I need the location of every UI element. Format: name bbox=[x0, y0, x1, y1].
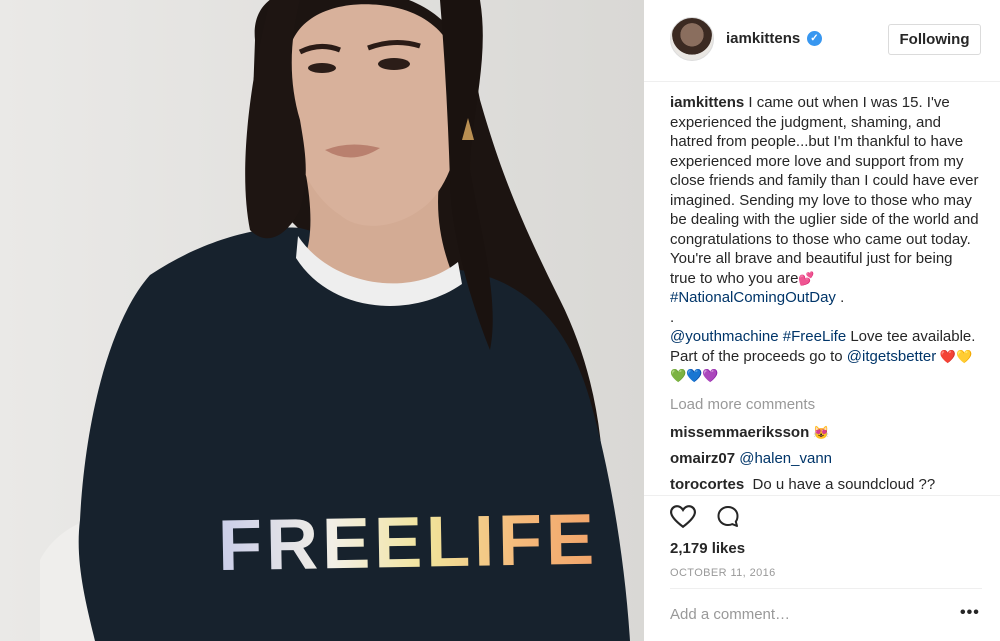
comment-username[interactable]: torocortes bbox=[670, 476, 744, 493]
following-button[interactable]: Following bbox=[888, 24, 981, 55]
caption: iamkittens I came out when I was 15. I'v… bbox=[670, 93, 982, 386]
post-side-panel: iamkittens ✓ Following iamkittens I came… bbox=[644, 0, 1000, 641]
caption-hashtag[interactable]: #NationalComingOutDay bbox=[670, 289, 836, 306]
actions-divider bbox=[644, 495, 1000, 496]
comment-text: Do u have a soundcloud ?? bbox=[752, 476, 936, 493]
hashtag-freelife[interactable]: #FreeLife bbox=[783, 328, 846, 345]
comment-bubble-icon[interactable] bbox=[715, 505, 741, 529]
shirt-print-text: FREELIFE bbox=[217, 500, 598, 587]
author-username[interactable]: iamkittens bbox=[726, 30, 800, 47]
caption-end: . bbox=[835, 289, 845, 306]
caption-dot: . bbox=[670, 308, 675, 326]
load-more-comments-link[interactable]: Load more comments bbox=[670, 396, 815, 413]
photo-illustration: FREELIFE bbox=[0, 0, 644, 641]
left-eye bbox=[308, 63, 336, 73]
caption-text: I came out when I was 15. I've experienc… bbox=[670, 94, 979, 287]
likes-count[interactable]: 2,179 likes bbox=[670, 540, 745, 557]
post-photo[interactable]: FREELIFE bbox=[0, 0, 644, 641]
verified-badge-icon: ✓ bbox=[807, 31, 822, 46]
comment-mention[interactable]: @halen_vann bbox=[739, 450, 832, 467]
more-options-icon[interactable]: ••• bbox=[960, 604, 980, 622]
comment-row: omairz07 @halen_vann bbox=[670, 450, 832, 467]
mention-itgetsbetter[interactable]: @itgetsbetter bbox=[847, 348, 936, 365]
mention-youthmachine[interactable]: @youthmachine bbox=[670, 328, 779, 345]
right-eye bbox=[378, 58, 410, 70]
caption-emoji: 💕 bbox=[798, 270, 815, 286]
post-date: OCTOBER 11, 2016 bbox=[670, 567, 776, 579]
comment-row: missemmaeriksson 😻 bbox=[670, 424, 830, 441]
comment-text: 😻 bbox=[813, 425, 830, 440]
heart-icon[interactable] bbox=[670, 505, 696, 529]
avatar[interactable] bbox=[670, 17, 714, 61]
add-comment-input[interactable] bbox=[670, 606, 950, 623]
caption-username[interactable]: iamkittens bbox=[670, 94, 744, 111]
add-comment-divider bbox=[670, 588, 982, 589]
comment-username[interactable]: omairz07 bbox=[670, 450, 735, 467]
comment-row: torocortes Do u have a soundcloud ?? bbox=[670, 476, 935, 493]
comment-username[interactable]: missemmaeriksson bbox=[670, 424, 809, 441]
post-header: iamkittens ✓ Following bbox=[644, 0, 1000, 82]
